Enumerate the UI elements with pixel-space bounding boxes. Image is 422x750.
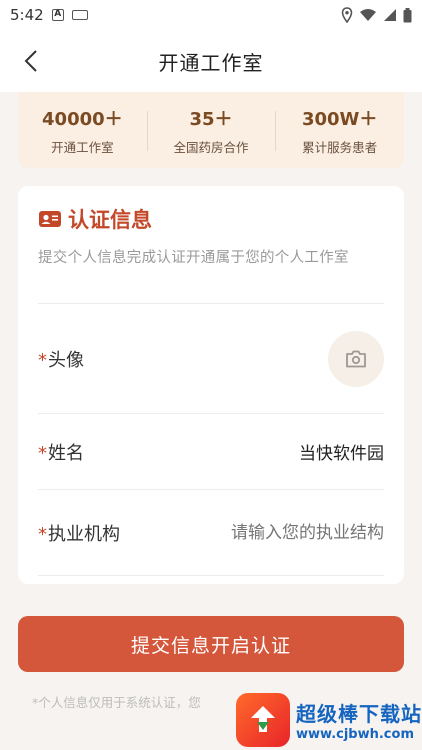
name-label-text: 姓名 — [48, 442, 84, 464]
watermark-text: 超级棒下载站 www.cjbwh.com — [296, 698, 422, 742]
status-bar: 5:42 A — [0, 0, 422, 30]
card-title: 认证信息 — [68, 208, 152, 232]
stat-pharmacies: 35＋ 全国药房合作 — [146, 105, 276, 156]
keyboard-icon — [71, 10, 88, 20]
camera-icon — [346, 350, 366, 367]
wifi-icon — [360, 9, 376, 21]
battery-icon — [403, 7, 412, 22]
nav-bar: 开通工作室 — [0, 30, 422, 92]
required-mark: * — [38, 349, 47, 371]
text-notification-icon: A — [51, 9, 64, 21]
watermark-title: 超级棒下载站 — [296, 702, 422, 726]
stat-label: 累计服务患者 — [302, 139, 378, 155]
institution-label-text: 执业机构 — [48, 523, 120, 545]
back-button[interactable] — [14, 44, 48, 78]
required-mark: * — [38, 523, 47, 545]
card-header: 认证信息 — [38, 204, 384, 234]
name-value[interactable]: 当快软件园 — [299, 439, 384, 464]
institution-row: *执业机构 — [38, 490, 384, 576]
stat-patients: 300W＋ 累计服务患者 — [275, 105, 404, 156]
watermark: 超级棒下载站 www.cjbwh.com — [236, 690, 422, 750]
chevron-left-icon — [24, 50, 37, 72]
stat-label: 开通工作室 — [51, 139, 114, 155]
stat-label: 全国药房合作 — [173, 139, 249, 155]
stats-banner: 40000＋ 开通工作室 35＋ 全国药房合作 300W＋ 累计服务患者 — [18, 92, 404, 168]
watermark-url: www.cjbwh.com — [296, 727, 414, 742]
institution-label: *执业机构 — [38, 520, 120, 546]
avatar-label: *头像 — [38, 346, 84, 372]
avatar-row: *头像 — [38, 304, 384, 414]
privacy-note: *个人信息仅用于系统认证，您 — [32, 695, 201, 710]
status-time: 5:42 — [10, 6, 44, 24]
watermark-logo-icon — [236, 693, 290, 747]
location-icon — [341, 7, 353, 23]
stat-value: 300W＋ — [301, 108, 378, 130]
stat-value: 35＋ — [189, 108, 233, 130]
stat-value: 40000＋ — [42, 108, 123, 130]
name-label: *姓名 — [38, 439, 84, 465]
stat-studios: 40000＋ 开通工作室 — [18, 105, 147, 156]
avatar-label-text: 头像 — [48, 349, 84, 371]
id-card-icon — [39, 211, 61, 227]
status-left: 5:42 A — [10, 6, 88, 24]
institution-input[interactable] — [194, 522, 384, 543]
certification-card: 认证信息 提交个人信息完成认证开通属于您的个人工作室 *头像 *姓名 当快软件园… — [18, 186, 404, 584]
name-row: *姓名 当快软件园 — [38, 414, 384, 490]
status-right — [341, 7, 412, 23]
page-title: 开通工作室 — [158, 50, 264, 75]
required-mark: * — [38, 442, 47, 464]
card-subtitle: 提交个人信息完成认证开通属于您的个人工作室 — [38, 250, 349, 266]
cellular-icon — [384, 9, 396, 21]
avatar-upload-button[interactable] — [328, 330, 384, 387]
submit-button[interactable]: 提交信息开启认证 — [18, 616, 404, 672]
